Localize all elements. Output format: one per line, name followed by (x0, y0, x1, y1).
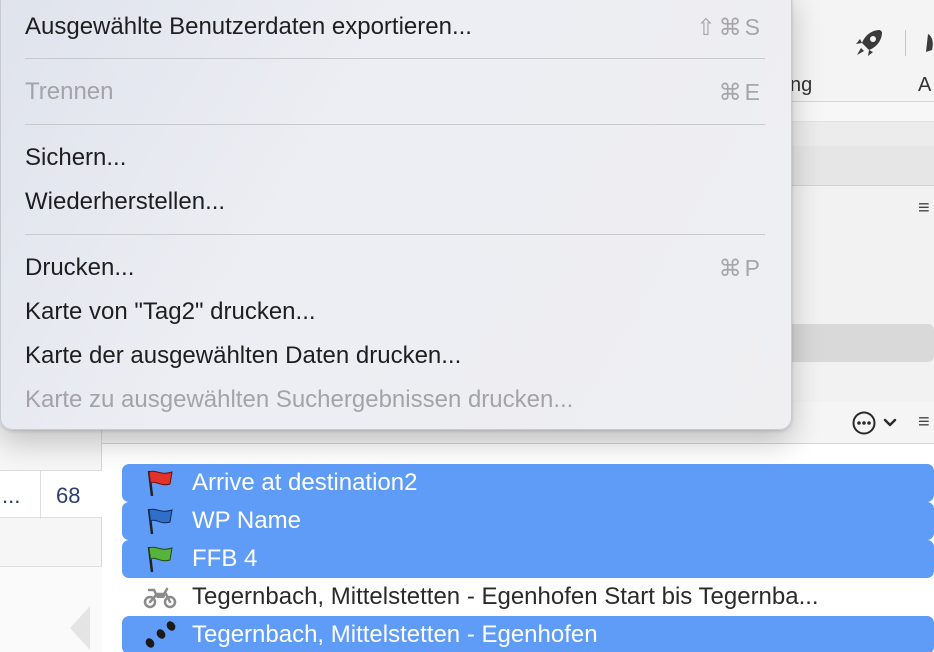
toolbar-partial-icon[interactable] (922, 26, 934, 65)
menu-separator (25, 234, 765, 235)
menu-item-print-map-search-results: Karte zu ausgewählten Suchergebnissen dr… (25, 380, 769, 420)
red-flag-icon (140, 468, 180, 498)
left-cell-ellipsis: ... (2, 483, 21, 508)
menu-separator (25, 124, 765, 125)
collapse-notch[interactable] (70, 606, 90, 650)
list-item[interactable]: WP Name (122, 502, 934, 540)
list-item-label: Tegernbach, Mittelstetten - Egenhofen (192, 621, 598, 648)
toolbar-label-right: A (918, 74, 932, 96)
list-item-label: Tegernbach, Mittelstetten - Egenhofen St… (192, 583, 819, 610)
toolbar-label-left: ng (790, 74, 813, 96)
menu-item-label: Trennen (25, 78, 114, 105)
list-item-label: WP Name (192, 507, 301, 534)
rocket-icon[interactable] (852, 26, 886, 65)
menu-item-label: Drucken... (25, 254, 135, 281)
menu-item-print-map-selected[interactable]: Karte der ausgewählten Daten drucken... (25, 336, 769, 376)
more-options-button[interactable] (852, 410, 904, 441)
menu-item-restore[interactable]: Wiederherstellen... (25, 182, 769, 222)
menu-item-print[interactable]: Drucken... ⌘P (25, 248, 769, 288)
list-item[interactable]: FFB 4 (122, 540, 934, 578)
track-list: Arrive at destination2 WP Name FFB 4 Teg… (122, 464, 934, 652)
footprints-icon (140, 620, 180, 650)
menu-item-export-selected-user-data[interactable]: Ausgewählte Benutzerdaten exportieren...… (25, 7, 769, 47)
left-table-row[interactable]: ... 68 (0, 470, 102, 519)
list-item[interactable]: Tegernbach, Mittelstetten - Egenhofen (122, 616, 934, 652)
list-item-label: Arrive at destination2 (192, 469, 418, 496)
cell-divider (40, 471, 41, 519)
menu-item-backup[interactable]: Sichern... (25, 138, 769, 178)
list-item-label: FFB 4 (192, 545, 258, 572)
list-menu-icon[interactable]: ≡ (918, 412, 930, 432)
panel-menu-icon[interactable]: ≡ (918, 198, 930, 218)
menu-item-shortcut: ⌘P (718, 255, 763, 281)
menu-separator (25, 58, 765, 59)
menu-item-shortcut: ⇧⌘S (696, 14, 763, 40)
motorcycle-icon (140, 582, 180, 612)
list-item[interactable]: Arrive at destination2 (122, 464, 934, 502)
list-item[interactable]: Tegernbach, Mittelstetten - Egenhofen St… (122, 578, 934, 616)
menu-item-label: Sichern... (25, 144, 127, 171)
panel-grey-bar (780, 324, 934, 362)
menu-item-shortcut: ⌘E (718, 79, 763, 105)
file-menu: Ausgewählte Benutzerdaten exportieren...… (0, 0, 792, 430)
menu-item-separate: Trennen ⌘E (25, 72, 769, 112)
menu-item-label: Karte der ausgewählten Daten drucken... (25, 342, 462, 369)
menu-item-print-map-day[interactable]: Karte von "Tag2" drucken... (25, 292, 769, 332)
menu-item-label: Karte zu ausgewählten Suchergebnissen dr… (25, 386, 574, 413)
menu-item-label: Karte von "Tag2" drucken... (25, 298, 316, 325)
menu-item-label: Wiederherstellen... (25, 188, 226, 215)
left-cell-value: 68 (56, 483, 81, 508)
blue-flag-icon (140, 506, 180, 536)
green-flag-icon (140, 544, 180, 574)
toolbar-separator (905, 30, 906, 56)
menu-item-label: Ausgewählte Benutzerdaten exportieren... (25, 13, 472, 40)
